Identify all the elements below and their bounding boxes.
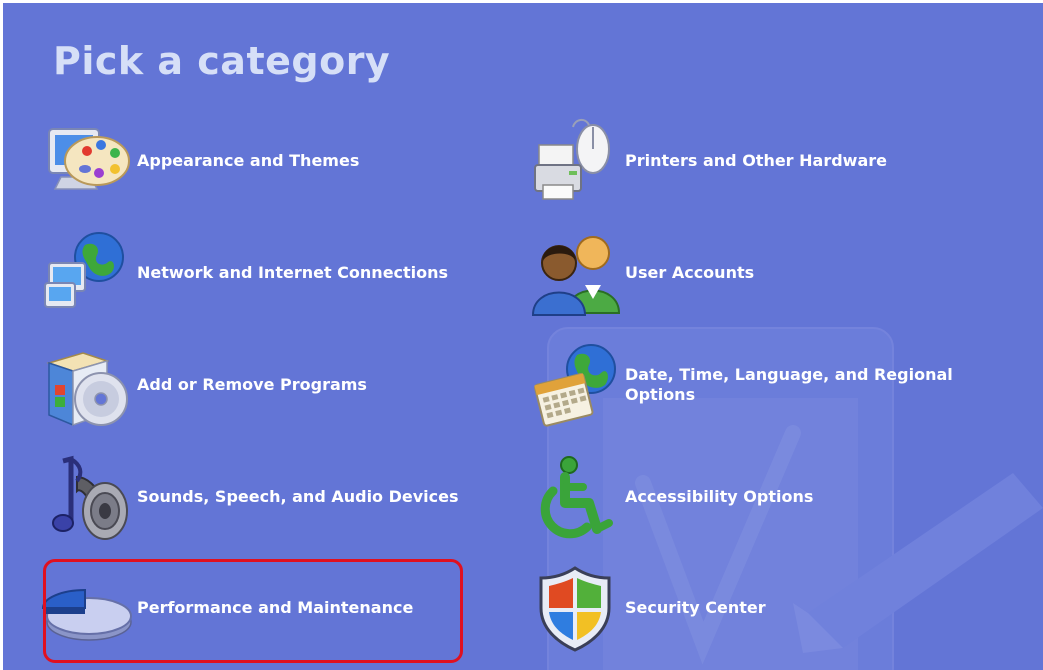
user-accounts-icon (529, 227, 621, 319)
date-time-globe-icon (529, 339, 621, 431)
control-panel-category-view: Pick a category Appearance and Themes Pr… (3, 3, 1043, 670)
security-shield-icon (529, 562, 621, 654)
category-security-center[interactable]: Security Center (529, 560, 766, 656)
category-network-and-internet-connections[interactable]: Network and Internet Connections (41, 225, 448, 321)
category-printers-and-other-hardware[interactable]: Printers and Other Hardware (529, 113, 887, 209)
category-accessibility-options[interactable]: Accessibility Options (529, 449, 813, 545)
appearance-themes-icon (41, 115, 133, 207)
category-label: Date, Time, Language, and Regional Optio… (625, 365, 953, 404)
sounds-audio-icon (41, 451, 133, 543)
category-label: Security Center (625, 598, 766, 617)
accessibility-icon (529, 451, 621, 543)
category-date-time-language-regional[interactable]: Date, Time, Language, and Regional Optio… (529, 337, 995, 433)
category-user-accounts[interactable]: User Accounts (529, 225, 754, 321)
category-label: Add or Remove Programs (137, 375, 367, 394)
category-add-or-remove-programs[interactable]: Add or Remove Programs (41, 337, 367, 433)
printer-hardware-icon (529, 115, 621, 207)
category-label: Printers and Other Hardware (625, 151, 887, 170)
category-label: Sounds, Speech, and Audio Devices (137, 487, 459, 506)
network-globe-icon (41, 227, 133, 319)
category-label: User Accounts (625, 263, 755, 282)
category-appearance-and-themes[interactable]: Appearance and Themes (41, 113, 359, 209)
category-sounds-speech-audio-devices[interactable]: Sounds, Speech, and Audio Devices (41, 449, 459, 545)
page-title: Pick a category (53, 39, 391, 83)
add-remove-programs-icon (41, 339, 133, 431)
category-label: Accessibility Options (625, 487, 814, 506)
category-label: Appearance and Themes (137, 151, 360, 170)
selection-highlight-box (43, 559, 463, 663)
category-label: Network and Internet Connections (137, 263, 449, 282)
